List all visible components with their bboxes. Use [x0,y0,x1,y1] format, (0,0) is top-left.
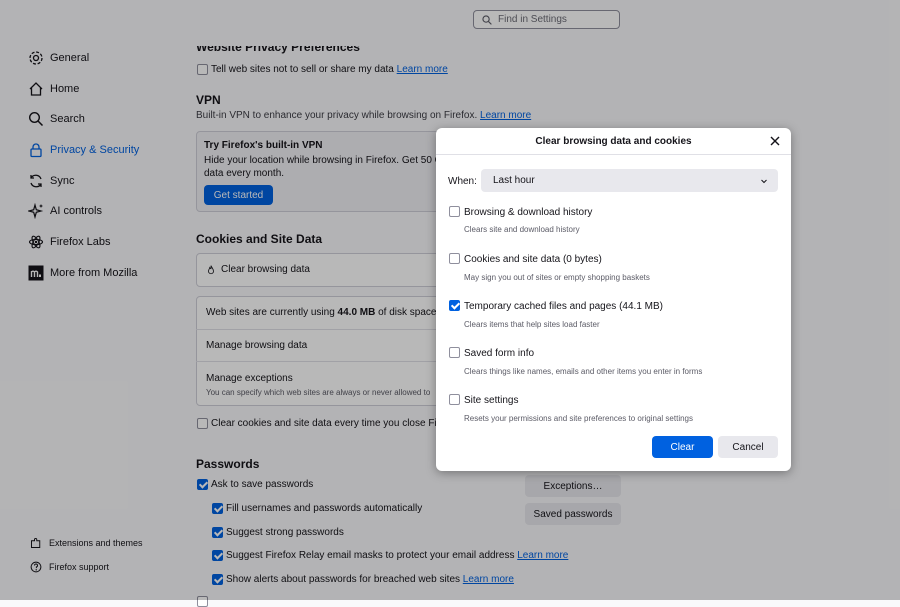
cache-desc: Clears items that help sites load faster [464,320,600,329]
site-settings-desc: Resets your permissions and site prefere… [464,414,693,423]
when-select[interactable]: Last hour [481,169,778,192]
cookies-desc: May sign you out of sites or empty shopp… [464,273,650,282]
clear-button[interactable]: Clear [652,436,713,458]
history-desc: Clears site and download history [464,225,580,234]
dialog-title: Clear browsing data and cookies [535,136,692,147]
clear-data-dialog: Clear browsing data and cookies When: La… [436,128,791,471]
cache-checkbox[interactable] [449,300,460,311]
when-select-value: Last hour [493,175,535,186]
dialog-header-divider [436,154,791,155]
cookies-checkbox[interactable] [449,253,460,264]
chevron-down-icon [761,179,767,183]
history-label: Browsing & download history [464,207,593,218]
form-info-desc: Clears things like names, emails and oth… [464,367,703,376]
cookies-label: Cookies and site data (0 bytes) [464,254,602,265]
form-info-checkbox[interactable] [449,347,460,358]
close-icon[interactable] [767,133,783,149]
cancel-button[interactable]: Cancel [718,436,778,458]
cache-label: Temporary cached files and pages (44.1 M… [464,301,663,312]
site-settings-label: Site settings [464,395,519,406]
history-checkbox[interactable] [449,206,460,217]
when-label: When: [448,176,477,187]
site-settings-checkbox[interactable] [449,394,460,405]
form-info-label: Saved form info [464,348,535,359]
